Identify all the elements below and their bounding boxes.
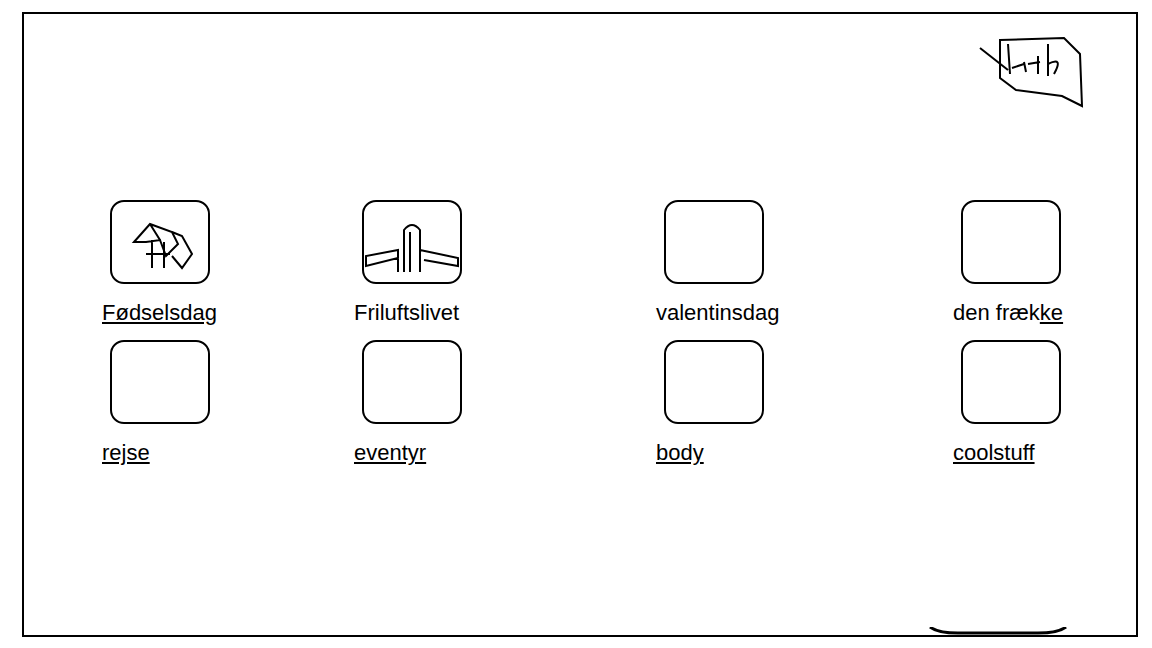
- category-item[interactable]: valentinsdag: [656, 200, 953, 326]
- outdoor-icon: [364, 212, 460, 272]
- category-tile[interactable]: [362, 340, 462, 424]
- category-item[interactable]: Friluftslivet: [354, 200, 656, 326]
- category-label[interactable]: den frække: [953, 300, 1063, 326]
- category-label[interactable]: Friluftslivet: [354, 300, 459, 326]
- category-item[interactable]: Fødselsdag: [102, 200, 354, 326]
- category-item[interactable]: body: [656, 340, 953, 466]
- category-item[interactable]: coolstuff: [953, 340, 1113, 466]
- category-label[interactable]: body: [656, 440, 704, 466]
- category-label[interactable]: rejse: [102, 440, 150, 466]
- category-tile[interactable]: [362, 200, 462, 284]
- category-tile[interactable]: [110, 200, 210, 284]
- category-label[interactable]: coolstuff: [953, 440, 1035, 466]
- category-tile[interactable]: [110, 340, 210, 424]
- wireframe-frame: Fødselsdag Friluftslivet valentinsdag den f…: [22, 12, 1138, 637]
- category-label[interactable]: eventyr: [354, 440, 426, 466]
- category-tile[interactable]: [664, 340, 764, 424]
- category-tile[interactable]: [961, 340, 1061, 424]
- category-tile[interactable]: [961, 200, 1061, 284]
- category-item[interactable]: eventyr: [354, 340, 656, 466]
- home-indicator-icon: [928, 627, 1068, 635]
- category-tile[interactable]: [664, 200, 764, 284]
- category-item[interactable]: rejse: [102, 340, 354, 466]
- category-label[interactable]: Fødselsdag: [102, 300, 217, 326]
- gift-icon: [120, 212, 200, 272]
- help-icon[interactable]: [978, 34, 1086, 108]
- category-grid: Fødselsdag Friluftslivet valentinsdag den f…: [24, 200, 1136, 466]
- category-label[interactable]: valentinsdag: [656, 300, 780, 326]
- header: [24, 14, 1136, 108]
- category-item[interactable]: den frække: [953, 200, 1113, 326]
